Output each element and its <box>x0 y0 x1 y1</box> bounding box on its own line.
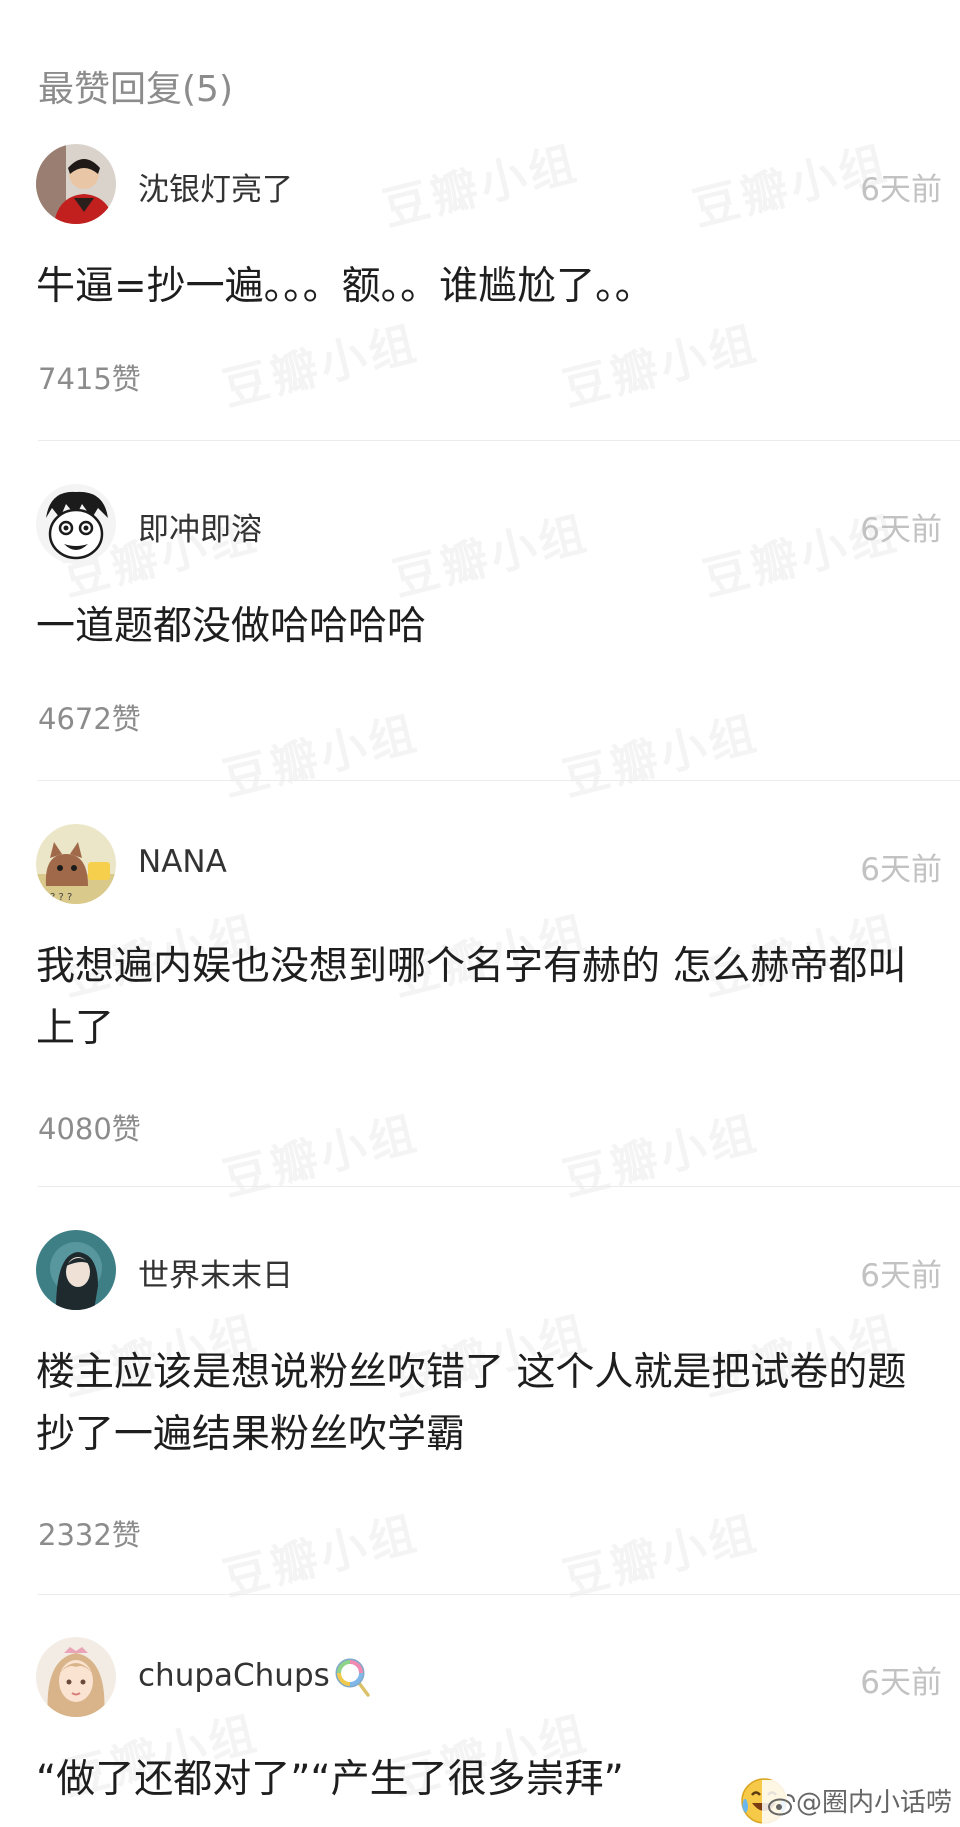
weibo-logo-icon <box>767 1793 795 1815</box>
comment-content: 一道题都没做哈哈哈哈 <box>36 604 427 649</box>
divider <box>38 1186 960 1187</box>
divider <box>38 440 960 441</box>
section-title: 最赞回复(5) <box>38 69 233 110</box>
watermark: 豆瓣小组 <box>215 1097 425 1209</box>
comment-content: 牛逼=抄一遍。。。额。。谁尴尬了。。 <box>36 264 654 309</box>
username[interactable]: chupaChups <box>138 1657 372 1697</box>
timestamp: 6天前 <box>860 172 942 208</box>
watermark: 豆瓣小组 <box>215 1497 425 1609</box>
svg-text:? ? ?: ? ? ? <box>50 892 72 903</box>
timestamp: 6天前 <box>860 1258 942 1294</box>
username-text: chupaChups <box>138 1657 330 1694</box>
comment-content: 楼主应该是想说粉丝吹错了 这个人就是把试卷的题抄了一遍结果粉丝吹学霸 <box>36 1350 907 1457</box>
watermark: 豆瓣小组 <box>215 697 425 809</box>
like-count[interactable]: 7415赞 <box>38 356 141 398</box>
watermark: 豆瓣小组 <box>375 127 585 239</box>
like-count[interactable]: 4080赞 <box>38 1106 141 1148</box>
like-count[interactable]: 2332赞 <box>38 1512 141 1554</box>
watermark: 豆瓣小组 <box>385 497 595 609</box>
avatar-woman-red[interactable] <box>36 144 116 224</box>
watermark: 豆瓣小组 <box>555 307 765 419</box>
watermark: 豆瓣小组 <box>215 307 425 419</box>
username[interactable]: 即冲即溶 <box>138 504 262 549</box>
credit-text: @圈内小话唠 <box>795 1788 952 1818</box>
weibo-credit: @圈内小话唠 <box>761 1780 960 1826</box>
avatar-cartoon-face[interactable] <box>36 484 116 564</box>
watermark: 豆瓣小组 <box>555 1497 765 1609</box>
username[interactable]: 世界末末日 <box>138 1250 293 1295</box>
timestamp: 6天前 <box>860 1665 942 1701</box>
timestamp: 6天前 <box>860 512 942 548</box>
username[interactable]: NANA <box>138 844 227 880</box>
timestamp: 6天前 <box>860 852 942 888</box>
username[interactable]: 沈银灯亮了 <box>138 164 293 209</box>
lollipop-icon <box>335 1658 370 1697</box>
avatar-cartoon-cat[interactable]: ? ? ? <box>36 824 116 904</box>
comment-content: 我想遍内娱也没想到哪个名字有赫的 怎么赫帝都叫上了 <box>36 944 907 1051</box>
like-count[interactable]: 4672赞 <box>38 696 141 738</box>
divider <box>38 780 960 781</box>
watermark: 豆瓣小组 <box>555 1097 765 1209</box>
avatar-anime-girl[interactable] <box>36 1637 116 1717</box>
watermark: 豆瓣小组 <box>555 697 765 809</box>
divider <box>38 1594 960 1595</box>
avatar-girl-teal[interactable] <box>36 1230 116 1310</box>
